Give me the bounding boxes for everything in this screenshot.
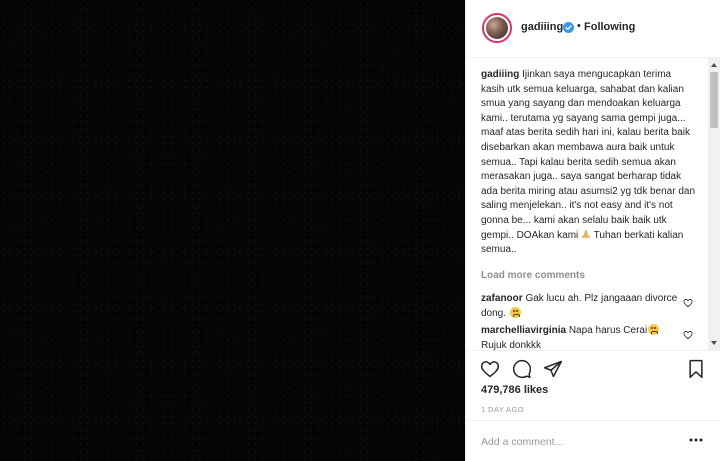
add-comment-input[interactable] [481, 433, 671, 451]
crying-face-emoji [509, 306, 521, 318]
comment-bubble-icon[interactable] [512, 359, 532, 379]
caption-username[interactable]: gadiiing [481, 69, 519, 80]
avatar[interactable] [482, 13, 512, 43]
post-timestamp[interactable]: 1 DAY AGO [481, 405, 524, 414]
avatar-image [486, 17, 508, 39]
header-username[interactable]: gadiiing [521, 21, 563, 33]
like-comment-heart-icon[interactable] [683, 330, 693, 340]
comment-text: Napa harus Cerai [566, 325, 648, 336]
scroll-up-arrow-icon[interactable] [711, 63, 717, 67]
post-side-panel: gadiiing • Following gadiiing Ijinkan sa… [465, 0, 720, 461]
comment-username[interactable]: zafanoor [481, 293, 523, 304]
comment-text-line2: Rujuk donkkk [481, 339, 542, 350]
following-button[interactable]: Following [584, 21, 635, 33]
heart-icon[interactable] [480, 359, 500, 379]
post-caption: gadiiing Ijinkan saya mengucapkan terima… [481, 68, 696, 258]
verified-badge-icon [563, 22, 574, 33]
instagram-post-view: gadiiing • Following gadiiing Ijinkan sa… [0, 0, 720, 461]
load-more-comments-button[interactable]: Load more comments [481, 270, 585, 281]
post-header: gadiiing • Following [466, 0, 720, 58]
like-comment-heart-icon[interactable] [683, 298, 693, 308]
comments-scrollbar[interactable] [708, 58, 720, 350]
crying-face-emoji [648, 324, 660, 335]
post-image[interactable] [0, 0, 465, 461]
comment-item: zafanoor Gak lucu ah. Plz jangaaan divor… [481, 292, 681, 321]
bookmark-icon[interactable] [686, 359, 706, 379]
comments-list: gadiiing Ijinkan saya mengucapkan terima… [466, 58, 720, 350]
folded-hands-emoji [581, 229, 591, 238]
more-options-icon[interactable] [689, 438, 703, 442]
scrollbar-thumb[interactable] [710, 72, 718, 128]
share-icon[interactable] [543, 359, 563, 379]
scroll-down-arrow-icon[interactable] [711, 341, 717, 345]
action-bar [466, 350, 720, 388]
comment-item: marchelliavirginia Napa harus Cerai Ruju… [481, 324, 681, 350]
add-comment-section [466, 420, 720, 461]
caption-text: Ijinkan saya mengucapkan terima kasih ut… [481, 69, 696, 241]
comment-username[interactable]: marchelliavirginia [481, 325, 566, 336]
likes-count[interactable]: 479,786 likes [481, 384, 548, 396]
header-separator: • [577, 20, 581, 32]
